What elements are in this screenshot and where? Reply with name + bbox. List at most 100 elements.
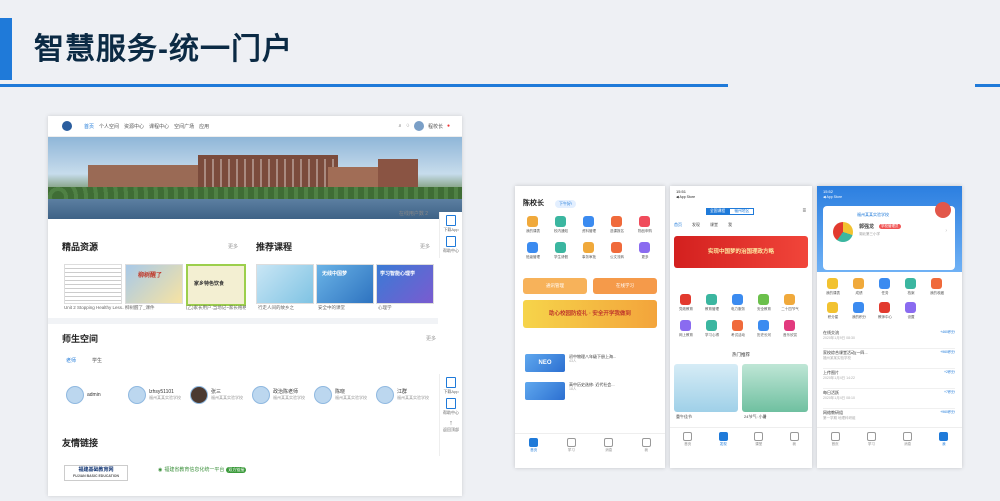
task-icon[interactable] (879, 278, 890, 289)
news-item[interactable]: NEO 初中物理八年级下册上海... 43人 (525, 354, 644, 372)
resource-thumb[interactable] (64, 264, 122, 304)
link-edu-platform[interactable]: ◉ 福建省教育信息化统一平台 双方链接 (158, 466, 247, 473)
dragon-boat-card[interactable] (674, 364, 738, 412)
grid-label[interactable]: 物品申购 (634, 229, 656, 234)
power-icon[interactable] (732, 294, 743, 305)
grid-label[interactable]: 校内通知 (550, 229, 572, 234)
online-edu-icon[interactable] (680, 320, 691, 331)
class-icon[interactable] (527, 242, 538, 253)
grid-label[interactable]: 教师中心 (874, 315, 896, 320)
user-name[interactable]: 程校长 (428, 123, 443, 130)
grid-label[interactable]: 网上教育 (675, 333, 697, 338)
activity-row[interactable]: 家校综合课堂活动(一四... 福州某某实验学校 +960积分 (823, 350, 955, 369)
arrow-up-icon[interactable]: ↑ (440, 420, 462, 427)
course-caption[interactable]: 行走人间的故乡之 (258, 305, 318, 311)
space-more-link[interactable]: 更多 (426, 335, 436, 342)
folder-icon[interactable] (583, 216, 594, 227)
tab-learn[interactable]: 学习 (566, 437, 576, 453)
card-caption[interactable]: 重午佳节 (676, 414, 692, 420)
grid-label[interactable]: 资料管理 (578, 229, 600, 234)
party-banner[interactable]: 实现中国梦的治国理政方略 (674, 236, 808, 268)
user-avatar[interactable] (413, 121, 424, 131)
profile-avatar[interactable] (833, 222, 853, 242)
course-caption[interactable]: 心理学 (378, 305, 438, 311)
person-card[interactable]: 政治陈老师 福州某某实验学校 (252, 386, 305, 404)
purchase-icon[interactable] (639, 216, 650, 227)
grid-label[interactable]: 班级管理 (522, 255, 544, 260)
grid-label[interactable]: 我的积分 (848, 315, 870, 320)
archive-icon[interactable] (905, 278, 916, 289)
chevron-right-icon[interactable]: › (945, 228, 947, 234)
tab-sync-class[interactable]: 发现 (692, 222, 700, 228)
teacher-center-icon[interactable] (879, 302, 890, 313)
tab-discover[interactable]: 发现 (718, 431, 728, 447)
resource-caption[interactable]: 柳树醒了_课件 (125, 305, 185, 311)
approval-icon[interactable] (583, 242, 594, 253)
resources-more-link[interactable]: 更多 (228, 243, 238, 250)
points-icon[interactable] (853, 302, 864, 313)
online-learning-button[interactable]: 在线学习 (593, 278, 657, 294)
tab-me[interactable]: 我 (789, 431, 799, 447)
grid-label[interactable]: 我的课表 (522, 229, 544, 234)
schedule-icon[interactable] (527, 216, 538, 227)
settings-icon[interactable] (905, 302, 916, 313)
tab-learn[interactable]: 学习 (866, 431, 876, 447)
resource-caption[interactable]: Unit 2 Stopping Healthy Less... (64, 305, 124, 310)
tab-home[interactable]: 首页 (529, 437, 539, 453)
grid-label[interactable]: 教育管理 (701, 307, 723, 312)
grid-label[interactable]: 历史长河 (753, 333, 775, 338)
party-icon[interactable] (680, 294, 691, 305)
grid-label[interactable]: 学习心得 (701, 333, 723, 338)
grid-label[interactable]: 任务 (874, 291, 896, 296)
bell-icon[interactable]: ♢ (405, 123, 409, 129)
tab-home[interactable]: 首页 (683, 431, 693, 447)
news-item[interactable]: 高中历史选修: 近代社会... 18人 (525, 382, 644, 400)
grid-label[interactable]: 公文流转 (606, 255, 628, 260)
edu-manage-icon[interactable] (706, 294, 717, 305)
side-download-label[interactable]: 下载App (440, 227, 462, 233)
nav-resource-center[interactable]: 资源中心 (124, 123, 144, 130)
search-icon[interactable]: ⌕ (399, 123, 402, 129)
safety-icon[interactable] (758, 294, 769, 305)
star-icon[interactable] (827, 302, 838, 313)
link-fujian-education[interactable]: 福建基础教育网 FUJIAN BASIC EDUCATION (64, 465, 128, 481)
grid-label[interactable]: 事务审批 (578, 255, 600, 260)
tab-messages[interactable]: 消息 (604, 437, 614, 453)
nav-personal-space[interactable]: 个人空间 (99, 123, 119, 130)
person-card[interactable]: lzhsy51101 福州某某实验学校 (128, 386, 181, 404)
leave-icon[interactable] (555, 242, 566, 253)
grid-label[interactable]: 选课报名 (606, 229, 628, 234)
segment-national[interactable]: 全国课程 (706, 208, 730, 215)
grid-label[interactable]: 二十四节气 (779, 307, 801, 312)
activity-row[interactable]: 每日活跃 2020年1月4日 08:10 +7积分 (823, 390, 955, 409)
contact-button[interactable]: 通讯管理 (523, 278, 587, 294)
favorite-icon[interactable] (931, 278, 942, 289)
space-tab-teacher[interactable]: 老师 (66, 357, 76, 364)
tab-me[interactable]: 我 (939, 431, 949, 447)
grid-label[interactable]: 更多 (634, 255, 656, 260)
activity-row[interactable]: 上传图片 2020年1月4日 14:22 +2积分 (823, 370, 955, 389)
help-icon[interactable] (446, 398, 456, 409)
more-icon[interactable] (639, 242, 650, 253)
nav-space-square[interactable]: 空间广场 (174, 123, 194, 130)
tab-messages[interactable]: 消息 (903, 431, 913, 447)
side-help-label[interactable]: 帮助中心 (440, 410, 462, 416)
phone3-app-store[interactable]: ◀ App Store (823, 195, 842, 199)
tab-resources[interactable]: 我 (728, 222, 732, 228)
nav-home[interactable]: 首页 (84, 123, 94, 130)
person-card[interactable]: 陈晓 福州某某实验学校 (314, 386, 367, 404)
my-schedule-icon[interactable] (827, 278, 838, 289)
notice-icon[interactable] (555, 216, 566, 227)
grid-label[interactable]: 音乐欣赏 (779, 333, 801, 338)
grid-label[interactable]: 学生请假 (550, 255, 572, 260)
grid-label[interactable]: 档案 (900, 291, 922, 296)
tab-me[interactable]: 我 (641, 437, 651, 453)
course-caption[interactable]: 安全中的课堂 (318, 305, 378, 311)
grid-label[interactable]: 电力服务 (727, 307, 749, 312)
enroll-icon[interactable] (611, 216, 622, 227)
grid-label[interactable]: 积分星 (822, 315, 844, 320)
help-icon[interactable] (446, 236, 456, 247)
resource-caption[interactable]: (乙)家长用户.当场记~家长格格... (186, 305, 246, 311)
segment-local[interactable]: 福州地区 (729, 208, 755, 215)
solar-term-card[interactable] (742, 364, 808, 412)
